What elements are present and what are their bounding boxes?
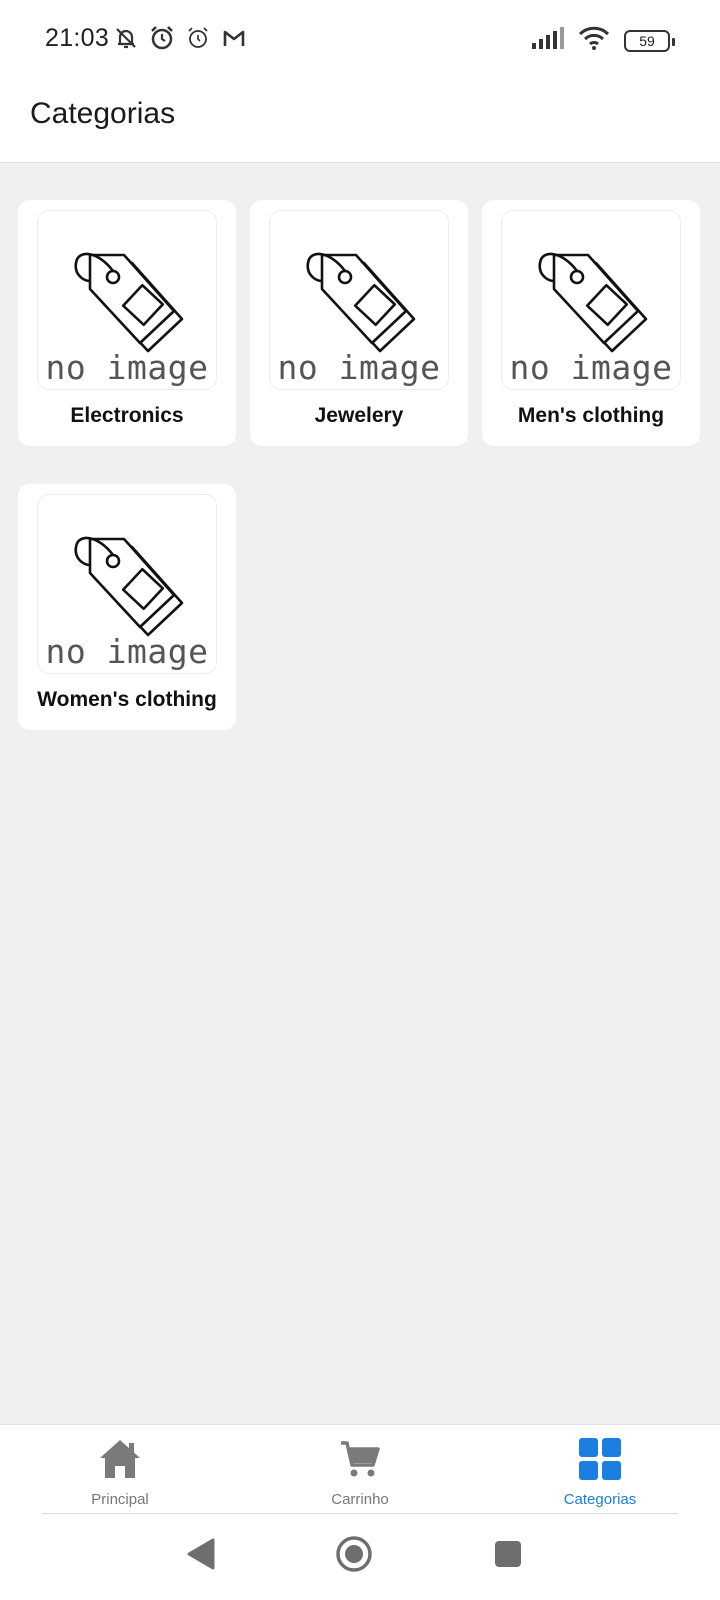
price-tag-icon — [538, 252, 648, 353]
category-image-placeholder: no image — [501, 210, 681, 390]
back-button[interactable] — [178, 1532, 222, 1576]
bell-off-icon — [112, 24, 140, 52]
signal-icon — [532, 27, 564, 54]
category-grid: no image Electronics no image Jewelery n… — [18, 200, 704, 730]
category-card-jewelery[interactable]: no image Jewelery — [250, 200, 468, 446]
grid-icon — [578, 1437, 622, 1481]
no-image-text: no image — [45, 632, 209, 671]
category-image-placeholder: no image — [37, 494, 217, 674]
status-notification-icons — [112, 24, 248, 52]
system-navigation-bar — [0, 1514, 720, 1600]
nav-label-categorias: Categorias — [563, 1491, 637, 1508]
category-image-placeholder: no image — [269, 210, 449, 390]
nav-label-carrinho: Carrinho — [331, 1491, 389, 1508]
gmail-icon — [220, 24, 248, 52]
alarm-icon — [148, 24, 176, 52]
nav-label-principal: Principal — [91, 1491, 149, 1508]
recents-square-icon — [495, 1541, 521, 1567]
no-image-text: no image — [509, 348, 673, 387]
page-title: Categorias — [30, 97, 176, 130]
no-image-text: no image — [45, 348, 209, 387]
category-label: Women's clothing — [37, 688, 217, 711]
home-button[interactable] — [332, 1532, 376, 1576]
recents-button[interactable] — [486, 1532, 530, 1576]
price-tag-icon — [74, 252, 184, 353]
nav-item-carrinho[interactable]: Carrinho — [240, 1425, 480, 1515]
status-bar: 21:03 59 — [0, 0, 720, 80]
category-label: Jewelery — [314, 404, 404, 427]
price-tag-icon — [74, 536, 184, 637]
status-time: 21:03 — [45, 24, 110, 52]
nav-item-principal[interactable]: Principal — [0, 1425, 240, 1515]
home-circle-icon — [336, 1536, 372, 1572]
no-image-text: no image — [277, 348, 441, 387]
category-label: Electronics — [70, 404, 184, 427]
category-card-electronics[interactable]: no image Electronics — [18, 200, 236, 446]
category-card-mens-clothing[interactable]: no image Men's clothing — [482, 200, 700, 446]
price-tag-icon — [306, 252, 416, 353]
app-header: Categorias — [0, 80, 720, 163]
category-label: Men's clothing — [517, 404, 665, 427]
alarm-outline-icon — [184, 24, 212, 52]
wifi-icon — [578, 26, 610, 55]
battery-icon: 59 — [624, 29, 675, 52]
home-icon — [98, 1437, 142, 1481]
back-triangle-icon — [187, 1538, 215, 1570]
status-system-icons: 59 — [532, 26, 675, 55]
battery-level: 59 — [639, 32, 655, 49]
bottom-navigation: Principal Carrinho Categorias — [0, 1424, 720, 1514]
cart-icon — [338, 1437, 382, 1481]
nav-item-categorias[interactable]: Categorias — [480, 1425, 720, 1515]
category-image-placeholder: no image — [37, 210, 217, 390]
category-card-womens-clothing[interactable]: no image Women's clothing — [18, 484, 236, 730]
